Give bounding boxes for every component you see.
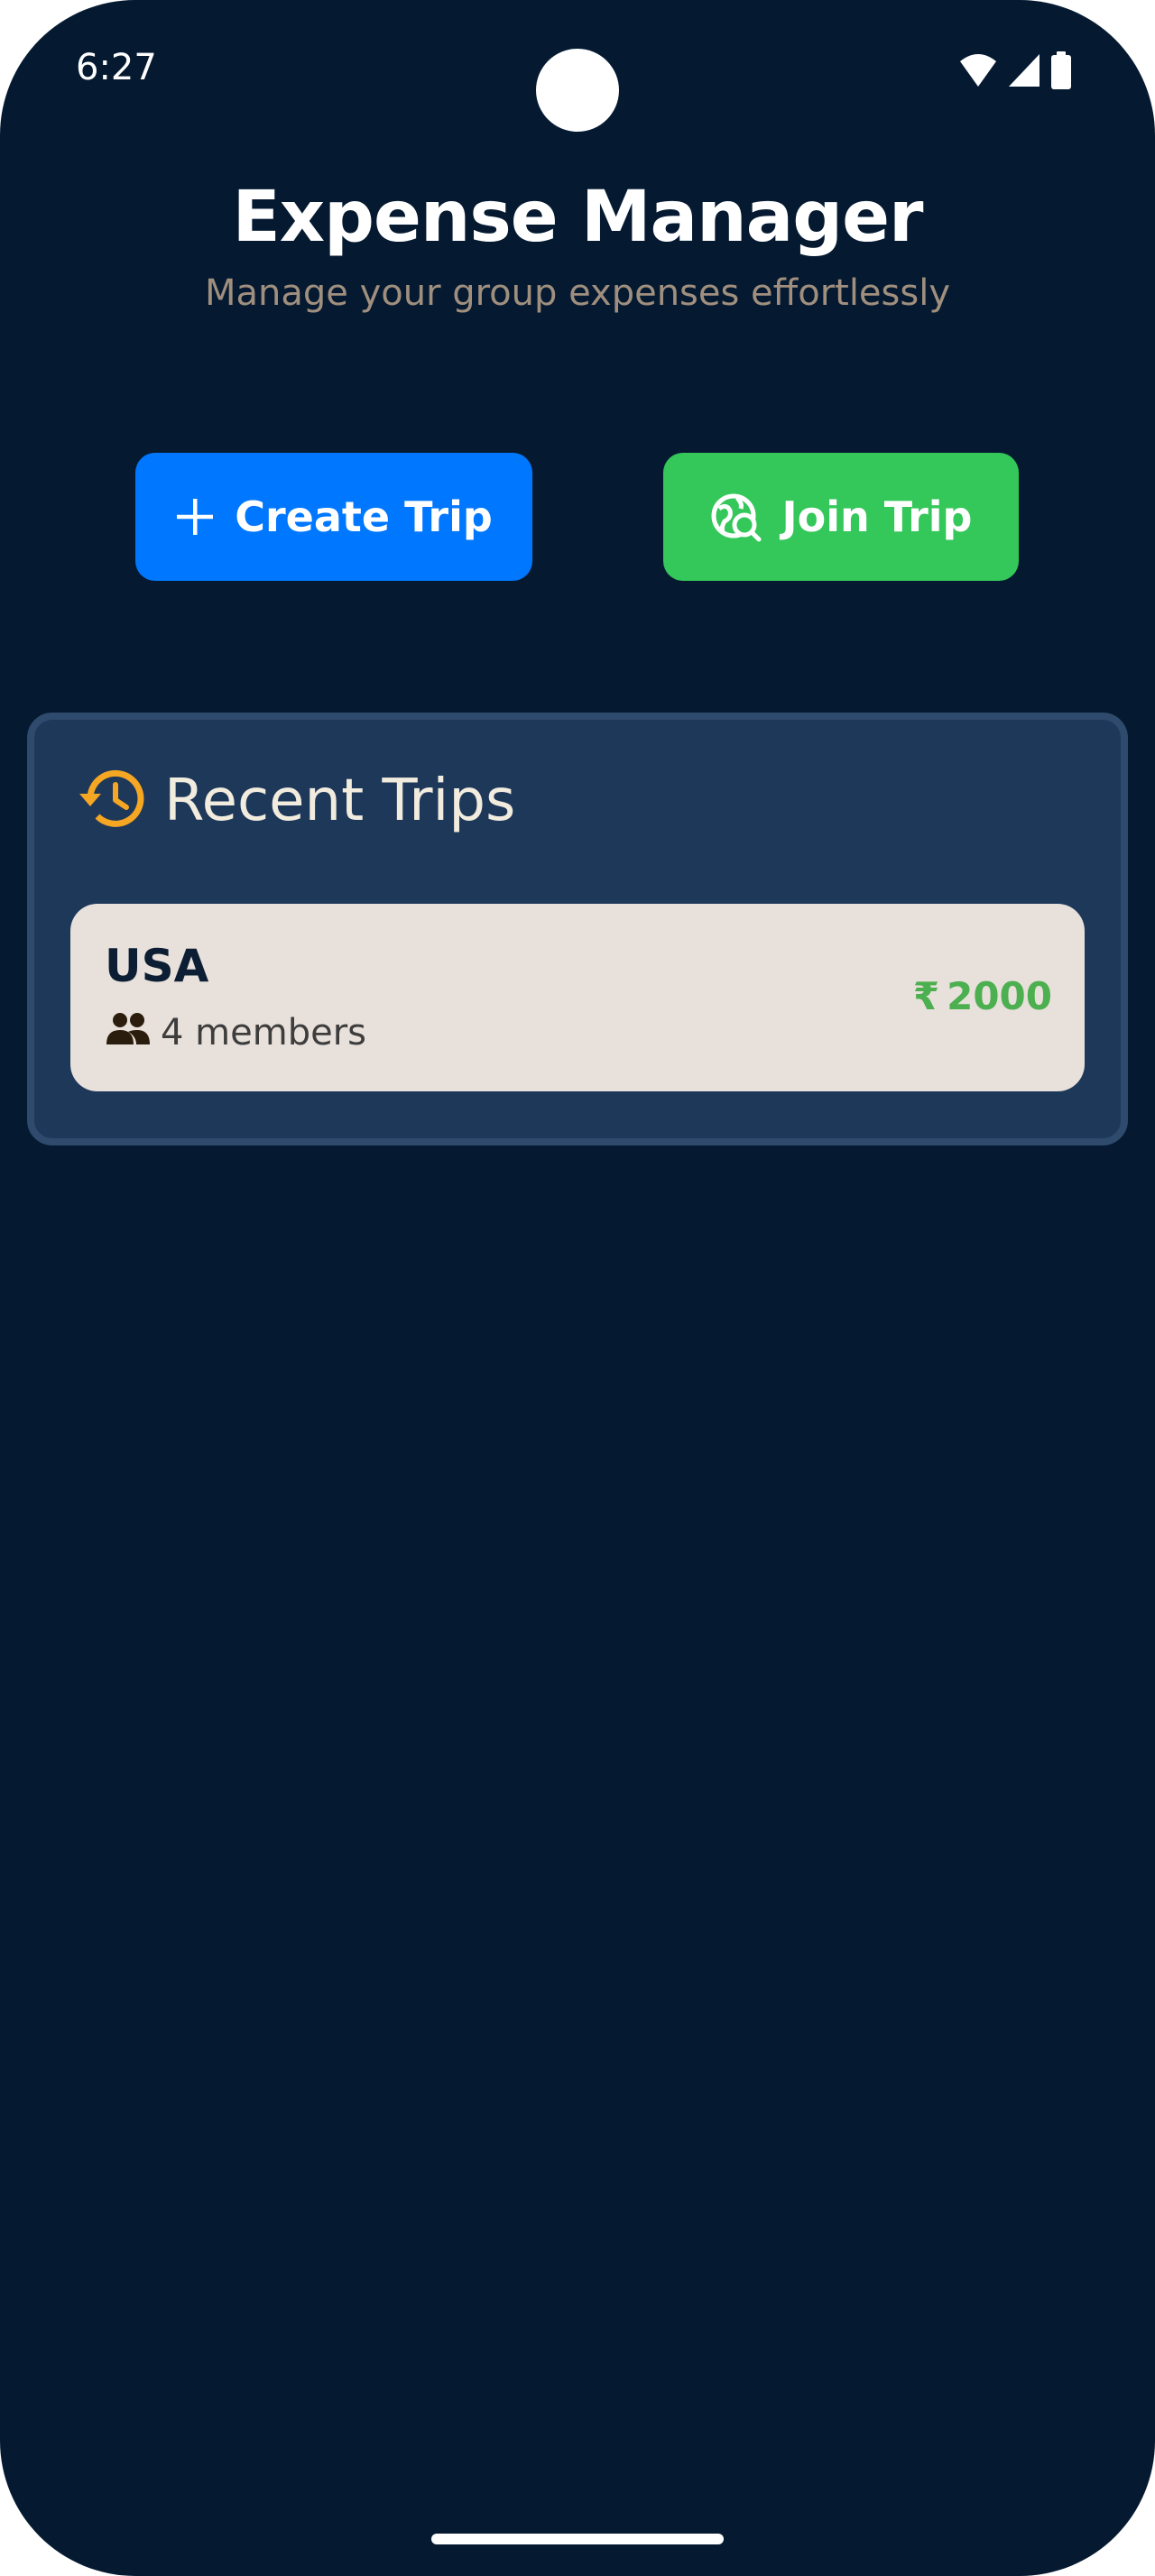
app-screen: 6:27 Expense Manager Manage your group e… <box>0 0 1155 2576</box>
battery-icon <box>1050 51 1072 89</box>
trip-members: 4 members <box>105 1012 366 1053</box>
trip-card[interactable]: USA 4 members ₹ 2000 <box>70 904 1085 1091</box>
create-trip-label: Create Trip <box>235 492 493 541</box>
recent-trips-header: Recent Trips <box>76 767 515 834</box>
create-trip-button[interactable]: Create Trip <box>135 453 532 581</box>
join-trip-button[interactable]: Join Trip <box>663 453 1019 581</box>
trip-amount: ₹ 2000 <box>913 974 1052 1018</box>
trip-amount-value: 2000 <box>947 974 1052 1018</box>
page-subtitle: Manage your group expenses effortlessly <box>204 272 951 314</box>
status-time: 6:27 <box>76 47 157 88</box>
join-trip-label: Join Trip <box>781 492 973 541</box>
trip-members-count: 4 members <box>161 1012 366 1053</box>
page-title: Expense Manager <box>232 177 924 258</box>
recent-trips-title: Recent Trips <box>164 767 516 834</box>
trip-name: USA <box>105 940 209 992</box>
signal-icon <box>1007 52 1041 88</box>
home-indicator[interactable] <box>431 2534 724 2544</box>
globe-search-icon <box>710 491 762 543</box>
wifi-icon <box>958 52 998 88</box>
group-icon <box>105 1012 152 1053</box>
plus-icon <box>175 497 215 537</box>
front-camera <box>536 49 619 132</box>
rupee-icon: ₹ <box>912 974 940 1018</box>
recent-trips-panel: Recent Trips USA 4 members ₹ 2000 <box>27 713 1128 1145</box>
history-icon <box>76 767 148 834</box>
status-icons <box>958 51 1072 90</box>
status-bar: 6:27 <box>0 0 1155 135</box>
